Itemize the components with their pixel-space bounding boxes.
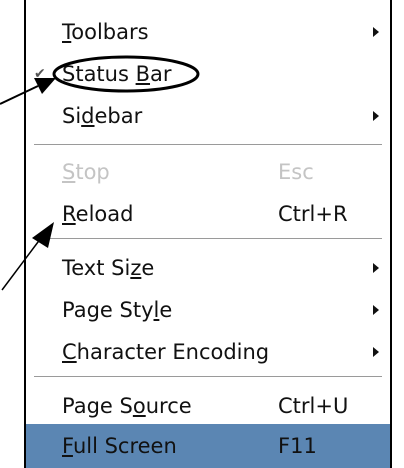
submenu-arrow-icon <box>373 111 379 121</box>
menu-separator <box>34 376 382 378</box>
menu-item-page-style[interactable]: Page Style <box>26 288 390 332</box>
menu-item-character-encoding[interactable]: Character Encoding <box>26 330 390 374</box>
menu-item-shortcut: Ctrl+R <box>278 202 348 226</box>
menu-item-label: Full Screen <box>62 434 177 458</box>
menu-item-label: Reload <box>62 202 134 226</box>
menu-separator <box>34 144 382 146</box>
submenu-arrow-icon <box>373 27 379 37</box>
menu-item-text-size[interactable]: Text Size <box>26 246 390 290</box>
menu-item-status-bar[interactable]: ✔ Status Bar <box>26 52 390 96</box>
menu-item-page-source[interactable]: Page Source Ctrl+U <box>26 384 390 428</box>
screenshot-stage: Toolbars ✔ Status Bar Sidebar Stop Esc R… <box>0 0 404 468</box>
check-mark-icon: ✔ <box>34 66 46 82</box>
menu-item-label: Status Bar <box>62 62 172 86</box>
menu-item-full-screen[interactable]: Full Screen F11 <box>26 424 390 468</box>
menu-item-toolbars[interactable]: Toolbars <box>26 10 390 54</box>
menu-item-stop: Stop Esc <box>26 150 390 194</box>
menu-item-shortcut: F11 <box>278 434 317 458</box>
submenu-arrow-icon <box>373 305 379 315</box>
submenu-arrow-icon <box>373 347 379 357</box>
menu-item-shortcut: Esc <box>278 160 314 184</box>
submenu-arrow-icon <box>373 263 379 273</box>
menu-item-label: Page Source <box>62 394 192 418</box>
menu-item-reload[interactable]: Reload Ctrl+R <box>26 192 390 236</box>
menu-item-sidebar[interactable]: Sidebar <box>26 94 390 138</box>
menu-item-shortcut: Ctrl+U <box>278 394 349 418</box>
menu-item-label: Sidebar <box>62 104 143 128</box>
view-menu: Toolbars ✔ Status Bar Sidebar Stop Esc R… <box>24 0 392 468</box>
menu-item-label: Text Size <box>62 256 155 280</box>
menu-item-label: Page Style <box>62 298 173 322</box>
menu-item-label: Toolbars <box>62 20 149 44</box>
menu-item-label: Stop <box>62 160 110 184</box>
menu-item-label: Character Encoding <box>62 340 270 364</box>
menu-separator <box>34 238 382 240</box>
